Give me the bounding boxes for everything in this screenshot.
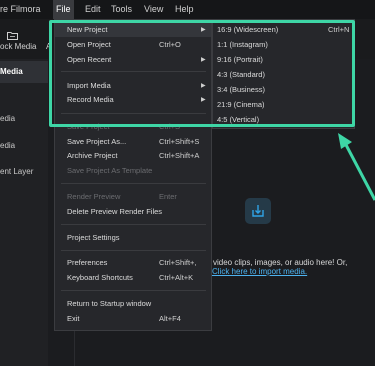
chevron-right-icon: ▶: [201, 27, 206, 33]
menu-item-exit[interactable]: Exit Alt+F4: [55, 312, 211, 326]
menu-separator: [61, 71, 206, 72]
submenu-item-business[interactable]: 3:4 (Business): [213, 83, 354, 97]
menu-separator: [61, 183, 206, 184]
folder-icon[interactable]: [7, 27, 18, 40]
new-project-submenu: 16:9 (Widescreen) Ctrl+N 1:1 (Instagram)…: [212, 19, 355, 129]
menu-item-import-media[interactable]: Import Media ▶: [55, 79, 211, 93]
sidebar-item-shared-media[interactable]: edia: [0, 114, 48, 128]
submenu-item-instagram[interactable]: 1:1 (Instagram): [213, 38, 354, 52]
menu-item-preferences[interactable]: Preferences Ctrl+Shift+,: [55, 256, 211, 270]
chevron-right-icon: ▶: [201, 97, 206, 103]
menu-item-project-settings[interactable]: Project Settings: [55, 231, 211, 245]
menu-view[interactable]: View: [141, 0, 166, 19]
menu-item-open-project[interactable]: Open Project Ctrl+O: [55, 38, 211, 52]
submenu-item-vertical[interactable]: 4:5 (Vertical): [213, 113, 354, 127]
sidebar-item-blank[interactable]: [0, 83, 48, 103]
menu-item-archive-project[interactable]: Archive Project Ctrl+Shift+A: [55, 149, 211, 163]
menu-item-new-project[interactable]: New Project ▶: [55, 23, 211, 37]
menu-item-save-as-template[interactable]: Save Project As Template: [55, 164, 211, 178]
import-media-link[interactable]: Click here to import media.: [212, 267, 307, 276]
menu-item-save-project[interactable]: Save Project Ctrl+S: [55, 120, 211, 134]
chevron-right-icon: ▶: [201, 83, 206, 89]
menu-help[interactable]: Help: [172, 0, 197, 19]
menu-item-open-recent[interactable]: Open Recent ▶: [55, 53, 211, 67]
submenu-item-cinema[interactable]: 21:9 (Cinema): [213, 98, 354, 112]
sidebar-item-sample-media[interactable]: edia: [0, 141, 48, 155]
menu-item-render-preview[interactable]: Render Preview Enter: [55, 190, 211, 204]
menu-separator: [61, 290, 206, 291]
tab-stock-media[interactable]: ock Media: [0, 42, 36, 51]
submenu-item-widescreen[interactable]: 16:9 (Widescreen) Ctrl+N: [213, 23, 354, 37]
tab-audio[interactable]: A: [46, 42, 51, 51]
import-hint-text: video clips, images, or audio here! Or,: [213, 258, 348, 267]
sidebar-item-project-media[interactable]: Media: [0, 61, 48, 83]
menu-edit[interactable]: Edit: [82, 0, 104, 19]
media-sidebar: Media edia edia ent Layer: [0, 59, 48, 366]
app-title: re Filmora: [0, 4, 41, 14]
submenu-item-portrait[interactable]: 9:16 (Portrait): [213, 53, 354, 67]
menu-file[interactable]: File: [53, 0, 74, 19]
sidebar-item-adjustment-layer[interactable]: ent Layer: [0, 167, 48, 181]
menu-item-keyboard-shortcuts[interactable]: Keyboard Shortcuts Ctrl+Alt+K: [55, 271, 211, 285]
menu-separator: [61, 113, 206, 114]
menu-bar: re Filmora File Edit Tools View Help: [0, 0, 375, 19]
chevron-right-icon: ▶: [201, 57, 206, 63]
menu-item-delete-preview-files[interactable]: Delete Preview Render Files: [55, 205, 211, 219]
menu-separator: [61, 224, 206, 225]
menu-separator: [61, 250, 206, 251]
import-icon[interactable]: [245, 198, 271, 224]
menu-item-return-to-startup[interactable]: Return to Startup window: [55, 297, 211, 311]
file-menu-dropdown: New Project ▶ Open Project Ctrl+O Open R…: [54, 19, 212, 331]
submenu-item-standard[interactable]: 4:3 (Standard): [213, 68, 354, 82]
menu-item-save-project-as[interactable]: Save Project As... Ctrl+Shift+S: [55, 135, 211, 149]
menu-tools[interactable]: Tools: [108, 0, 135, 19]
menu-item-record-media[interactable]: Record Media ▶: [55, 93, 211, 107]
